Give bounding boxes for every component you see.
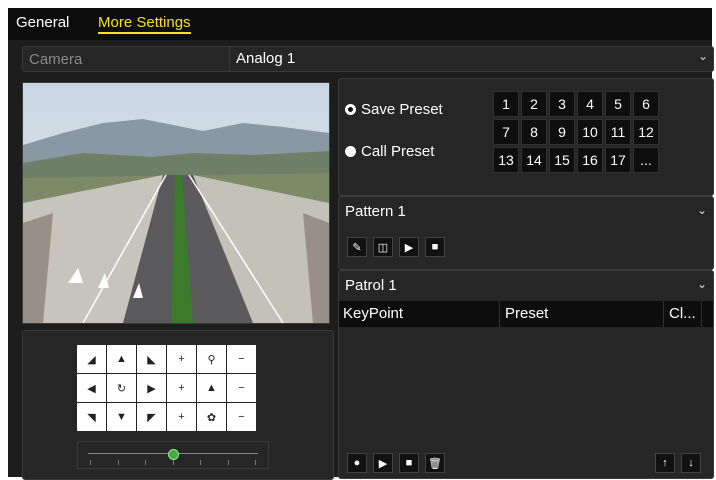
speed-slider[interactable] [77, 441, 269, 469]
column-keypoint[interactable]: KeyPoint [343, 305, 403, 322]
chevron-down-icon: ⌄ [697, 49, 708, 63]
camera-row: Camera Analog 1 ⌄ [22, 46, 714, 72]
save-icon[interactable]: ◫ [373, 237, 393, 257]
video-frame [23, 83, 329, 323]
edit-icon[interactable]: ✎ [347, 237, 367, 257]
preset-button[interactable]: 3 [549, 91, 575, 117]
preset-button[interactable]: 17 [605, 147, 631, 173]
arrow-down-icon[interactable]: ▼ [107, 403, 136, 431]
preset-button[interactable]: 4 [577, 91, 603, 117]
preset-button[interactable]: 5 [605, 91, 631, 117]
iris-icon[interactable]: ✿ [197, 403, 226, 431]
stop-icon[interactable]: ■ [399, 453, 419, 473]
arrow-down-icon[interactable]: ↓ [681, 453, 701, 473]
add-icon[interactable]: ● [347, 453, 367, 473]
preset-button[interactable]: 11 [605, 119, 631, 145]
arrow-down-right-icon[interactable]: ◤ [137, 403, 166, 431]
preset-button[interactable]: 10 [577, 119, 603, 145]
delete-icon[interactable]: 🗑 [425, 453, 445, 473]
zoom-plus-icon[interactable]: + [167, 345, 196, 373]
chevron-down-icon: ⌄ [696, 277, 707, 291]
ptz-settings-window: General More Settings Camera Analog 1 ⌄ [8, 8, 714, 480]
preset-button[interactable]: 14 [521, 147, 547, 173]
arrow-up-icon[interactable]: ▲ [107, 345, 136, 373]
camera-select-value: Analog 1 [236, 50, 296, 67]
camera-label: Camera [29, 51, 83, 68]
call-preset-label: Call Preset [361, 143, 435, 160]
ptz-button-grid: ◢ ▲ ◣ + ⚲ − ◀ ↻ ▶ + ▲ − ◥ ▼ ◤ + ✿ − [77, 345, 256, 431]
preset-number-grid: 1 2 3 4 5 6 7 8 9 10 11 12 13 14 15 16 17... [493, 91, 659, 173]
zoom-icon[interactable]: ⚲ [197, 345, 226, 373]
play-icon[interactable]: ▶ [373, 453, 393, 473]
column-preset[interactable]: Preset [505, 305, 548, 322]
preset-button[interactable]: 7 [493, 119, 519, 145]
radio-selected-icon [345, 104, 356, 115]
patrol-move-toolbar: ↑ ↓ [655, 453, 701, 473]
focus-plus-icon[interactable]: + [167, 374, 196, 402]
patrol-toolbar: ● ▶ ■ 🗑 [347, 453, 445, 473]
focus-icon[interactable]: ▲ [197, 374, 226, 402]
patrol-panel: Patrol 1 ⌄ KeyPoint Preset Cl... ● ▶ ■ 🗑… [338, 270, 714, 479]
slider-ticks [90, 460, 256, 465]
preset-button[interactable]: 13 [493, 147, 519, 173]
radio-icon [345, 146, 356, 157]
ptz-control-panel: ◢ ▲ ◣ + ⚲ − ◀ ↻ ▶ + ▲ − ◥ ▼ ◤ + ✿ − [22, 330, 334, 480]
stop-icon[interactable]: ■ [425, 237, 445, 257]
camera-select[interactable]: Analog 1 ⌄ [229, 47, 714, 71]
patrol-table-header: KeyPoint Preset Cl... [339, 301, 713, 327]
preset-button[interactable]: 6 [633, 91, 659, 117]
arrow-right-icon[interactable]: ▶ [137, 374, 166, 402]
pattern-panel: Pattern 1 ⌄ ✎ ◫ ▶ ■ [338, 196, 714, 270]
arrow-left-icon[interactable]: ◀ [77, 374, 106, 402]
preset-button[interactable]: 12 [633, 119, 659, 145]
arrow-up-icon[interactable]: ↑ [655, 453, 675, 473]
pattern-select[interactable]: Pattern 1 ⌄ [339, 197, 713, 225]
column-cl[interactable]: Cl... [669, 305, 696, 322]
arrow-up-left-icon[interactable]: ◢ [77, 345, 106, 373]
iris-minus-icon[interactable]: − [227, 403, 256, 431]
preset-button[interactable]: 15 [549, 147, 575, 173]
preset-button[interactable]: 9 [549, 119, 575, 145]
auto-rotate-icon[interactable]: ↻ [107, 374, 136, 402]
live-video-preview [22, 82, 330, 324]
preset-button[interactable]: 8 [521, 119, 547, 145]
preset-button[interactable]: 16 [577, 147, 603, 173]
tab-bar: General More Settings [8, 8, 712, 40]
arrow-up-right-icon[interactable]: ◣ [137, 345, 166, 373]
preset-panel: Save Preset Call Preset 1 2 3 4 5 6 7 8 9 10 11 12 1… [338, 78, 714, 196]
iris-plus-icon[interactable]: + [167, 403, 196, 431]
slider-handle[interactable] [168, 449, 179, 460]
call-preset-option[interactable]: Call Preset [345, 143, 434, 160]
play-icon[interactable]: ▶ [399, 237, 419, 257]
save-preset-label: Save Preset [361, 101, 443, 118]
preset-button[interactable]: 2 [521, 91, 547, 117]
save-preset-option[interactable]: Save Preset [345, 101, 443, 118]
arrow-down-left-icon[interactable]: ◥ [77, 403, 106, 431]
tab-more-settings[interactable]: More Settings [98, 14, 191, 34]
patrol-select-value: Patrol 1 [345, 277, 397, 294]
preset-button[interactable]: ... [633, 147, 659, 173]
zoom-minus-icon[interactable]: − [227, 345, 256, 373]
preset-button[interactable]: 1 [493, 91, 519, 117]
patrol-select[interactable]: Patrol 1 ⌄ [339, 271, 713, 299]
focus-minus-icon[interactable]: − [227, 374, 256, 402]
pattern-toolbar: ✎ ◫ ▶ ■ [347, 237, 445, 257]
chevron-down-icon: ⌄ [696, 203, 707, 217]
tab-general[interactable]: General [16, 14, 69, 31]
pattern-select-value: Pattern 1 [345, 203, 406, 220]
